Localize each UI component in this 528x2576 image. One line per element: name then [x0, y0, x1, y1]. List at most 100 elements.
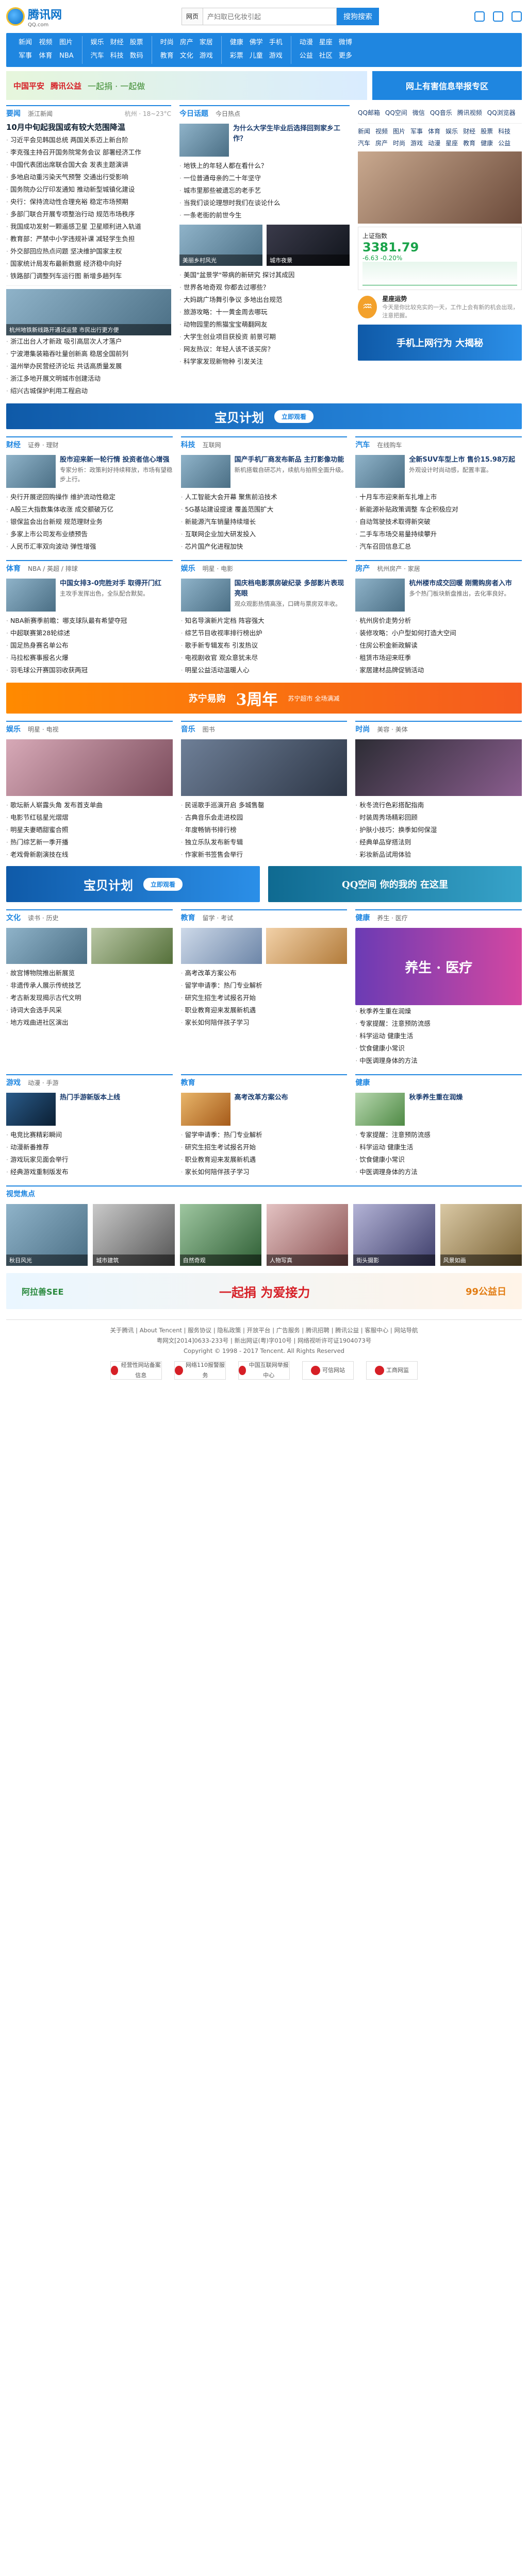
report-banner[interactable]: 网上有害信息举报专区: [372, 71, 522, 100]
list-item[interactable]: 经典单品穿搭法则: [355, 836, 522, 849]
list-item[interactable]: 地铁上的年轻人都在看什么？: [179, 160, 350, 172]
search-button[interactable]: 搜狗搜索: [337, 8, 380, 25]
list-item[interactable]: 网友热议：年轻人该不该买房？: [179, 343, 350, 355]
channel-link[interactable]: 新闻: [358, 127, 370, 135]
nav-link[interactable]: 科技: [107, 49, 127, 63]
list-item[interactable]: 明星公益活动温暖人心: [181, 664, 348, 676]
photo-card[interactable]: 美丽乡村风光: [179, 225, 262, 266]
list-item[interactable]: 知名导演新片定档 阵容强大: [181, 615, 348, 627]
nav-link[interactable]: 教育: [157, 49, 177, 63]
bottom-charity-ad[interactable]: 阿拉善SEE 一起捐 为爱接力 99公益日: [6, 1273, 522, 1309]
channel-link[interactable]: 财经: [463, 127, 475, 135]
list-item[interactable]: 时装周秀场精彩回顾: [355, 811, 522, 824]
tech-sub[interactable]: 互联网: [203, 440, 221, 449]
list-item[interactable]: 浙江多地开展文明城市创建活动: [6, 372, 171, 385]
list-item[interactable]: 高考改革方案公布: [181, 967, 348, 979]
gallery-photo[interactable]: 街头摄影: [353, 1204, 435, 1266]
nav-link[interactable]: 时尚: [157, 36, 177, 49]
sports-card[interactable]: 中国女排3-0完胜对手 取得开门红 主攻手发挥出色，全队配合默契。: [6, 579, 173, 612]
channel-link[interactable]: 时尚: [393, 139, 405, 147]
list-item[interactable]: 当我们谈论理想时我们在谈论什么: [179, 197, 350, 209]
ad-image[interactable]: [358, 151, 522, 224]
list-item[interactable]: 旅游攻略：十一黄金周去哪玩: [179, 306, 350, 318]
channel-link[interactable]: 图片: [393, 127, 405, 135]
list-item[interactable]: 多家上市公司发布业绩预告: [6, 528, 173, 540]
suning-ad[interactable]: 苏宁易购 3周年 苏宁超市 全场满减: [6, 683, 522, 714]
games-card[interactable]: 热门手游新版本上线: [6, 1093, 173, 1126]
music-sub[interactable]: 图书: [203, 725, 215, 734]
auto-sub[interactable]: 在线购车: [377, 440, 402, 449]
channel-link[interactable]: 公益: [498, 139, 510, 147]
list-item[interactable]: 央行开展逆回购操作 维护流动性稳定: [6, 491, 173, 503]
nav-link[interactable]: 娱乐: [88, 36, 107, 49]
list-item[interactable]: 家居建材品牌促销活动: [355, 664, 522, 676]
gallery-photo[interactable]: 自然奇观: [179, 1204, 261, 1266]
news-photo[interactable]: 杭州地铁新线路开通试运营 市民出行更方便: [6, 289, 171, 335]
list-item[interactable]: 热门综艺新一季开播: [6, 836, 173, 849]
charity-banner[interactable]: 中国平安 腾讯公益 一起捐 · 一起做: [6, 71, 367, 100]
nav-link[interactable]: 社区: [316, 49, 336, 63]
nav-link[interactable]: 手机: [266, 36, 286, 49]
service-link[interactable]: QQ邮箱: [358, 108, 380, 117]
nav-link[interactable]: 汽车: [88, 49, 107, 63]
list-item[interactable]: 专家提醒：注意预防流感: [355, 1018, 522, 1030]
list-item[interactable]: 人工智能大会开幕 聚焦前沿技术: [181, 491, 348, 503]
list-item[interactable]: 职业教育迎来发展新机遇: [181, 1004, 348, 1016]
list-item[interactable]: 歌手新专辑发布 引发热议: [181, 639, 348, 652]
nav-link[interactable]: NBA: [56, 49, 77, 63]
nav-link[interactable]: 新闻: [15, 36, 36, 49]
list-item[interactable]: 民谣歌手巡演开启 多城售罄: [181, 799, 348, 811]
list-item[interactable]: 人民币汇率双向波动 弹性增强: [6, 540, 173, 553]
list-item[interactable]: 年度畅销书排行榜: [181, 824, 348, 836]
today-card[interactable]: 为什么大学生毕业后选择回到家乡工作？: [179, 124, 350, 157]
list-item[interactable]: 歌坛新人崭露头角 发布首支单曲: [6, 799, 173, 811]
channel-link[interactable]: 娱乐: [446, 127, 458, 135]
fashion-photo[interactable]: [355, 739, 522, 796]
fun-title[interactable]: 娱乐: [6, 724, 21, 734]
ent-card[interactable]: 国庆档电影票房破纪录 多部影片表现亮眼 观众观影热情高涨，口碑与票房双丰收。: [180, 579, 348, 612]
sports-sub[interactable]: NBA / 英超 / 排球: [28, 564, 78, 573]
list-item[interactable]: 游戏玩家见面会举行: [6, 1154, 173, 1166]
list-item[interactable]: 专家提醒：注意预防流感: [355, 1129, 522, 1141]
sports-title[interactable]: 体育: [6, 563, 21, 573]
today-sub[interactable]: 今日热点: [216, 109, 240, 118]
list-item[interactable]: 综艺节目收视率排行榜出炉: [181, 627, 348, 639]
channel-link[interactable]: 房产: [375, 139, 388, 147]
list-item[interactable]: 电影节红毯星光熠熠: [6, 811, 173, 824]
list-item[interactable]: 一位普通母亲的二十年坚守: [179, 172, 350, 184]
list-item[interactable]: 住房公积金新政解读: [355, 639, 522, 652]
list-item[interactable]: 芯片国产化进程加快: [181, 540, 348, 553]
nav-link[interactable]: 家居: [196, 36, 216, 49]
list-item[interactable]: 古典音乐会走进校园: [181, 811, 348, 824]
nav-link[interactable]: 公益: [296, 49, 316, 63]
list-item[interactable]: 装修攻略：小户型如何打造大空间: [355, 627, 522, 639]
mail-icon[interactable]: [474, 11, 485, 22]
list-item[interactable]: 彩妆新品试用体验: [355, 849, 522, 861]
list-item[interactable]: 美国"盆景学"带病的新研究 探讨其成因: [179, 269, 350, 281]
badge[interactable]: 经营性网站备案信息: [110, 1361, 162, 1380]
list-item[interactable]: 我国成功发射一颗遥感卫星 卫星顺利进入轨道: [6, 221, 171, 233]
watch-button[interactable]: 立即观看: [274, 410, 314, 423]
edu-2-card[interactable]: 高考改革方案公布: [180, 1093, 348, 1126]
search-scope-select[interactable]: 网页: [182, 8, 203, 25]
house-card[interactable]: 杭州楼市成交回暖 刚需购房者入市 多个热门板块新盘推出，去化率良好。: [355, 579, 522, 612]
list-item[interactable]: 科学运动 健康生活: [355, 1141, 522, 1154]
house-title[interactable]: 房产: [355, 563, 370, 573]
list-item[interactable]: 中医调理身体的方法: [355, 1166, 522, 1178]
badge[interactable]: 工商网监: [366, 1361, 418, 1380]
service-link[interactable]: QQ空间: [385, 108, 407, 117]
house-sub[interactable]: 杭州房产 · 家居: [377, 564, 420, 573]
channel-link[interactable]: 教育: [463, 139, 475, 147]
list-item[interactable]: 二手车市场交易量持续攀升: [355, 528, 522, 540]
footer-links[interactable]: 关于腾讯 | About Tencent | 服务协议 | 隐私政策 | 开放平…: [6, 1325, 522, 1335]
list-item[interactable]: 秋季养生重在润燥: [355, 1005, 522, 1018]
list-item[interactable]: 研究生招生考试报名开始: [181, 1141, 348, 1154]
games-title[interactable]: 游戏: [6, 1077, 21, 1088]
star-icon[interactable]: [493, 11, 503, 22]
list-item[interactable]: 国家统计局发布最新数据 经济稳中向好: [6, 258, 171, 270]
channel-link[interactable]: 星座: [446, 139, 458, 147]
video-ad-2[interactable]: 宝贝计划 立即观看: [6, 866, 260, 902]
fashion-title[interactable]: 时尚: [355, 724, 370, 734]
list-item[interactable]: 研究生招生考试报名开始: [181, 992, 348, 1004]
fashion-sub[interactable]: 美容 · 美体: [377, 725, 407, 734]
